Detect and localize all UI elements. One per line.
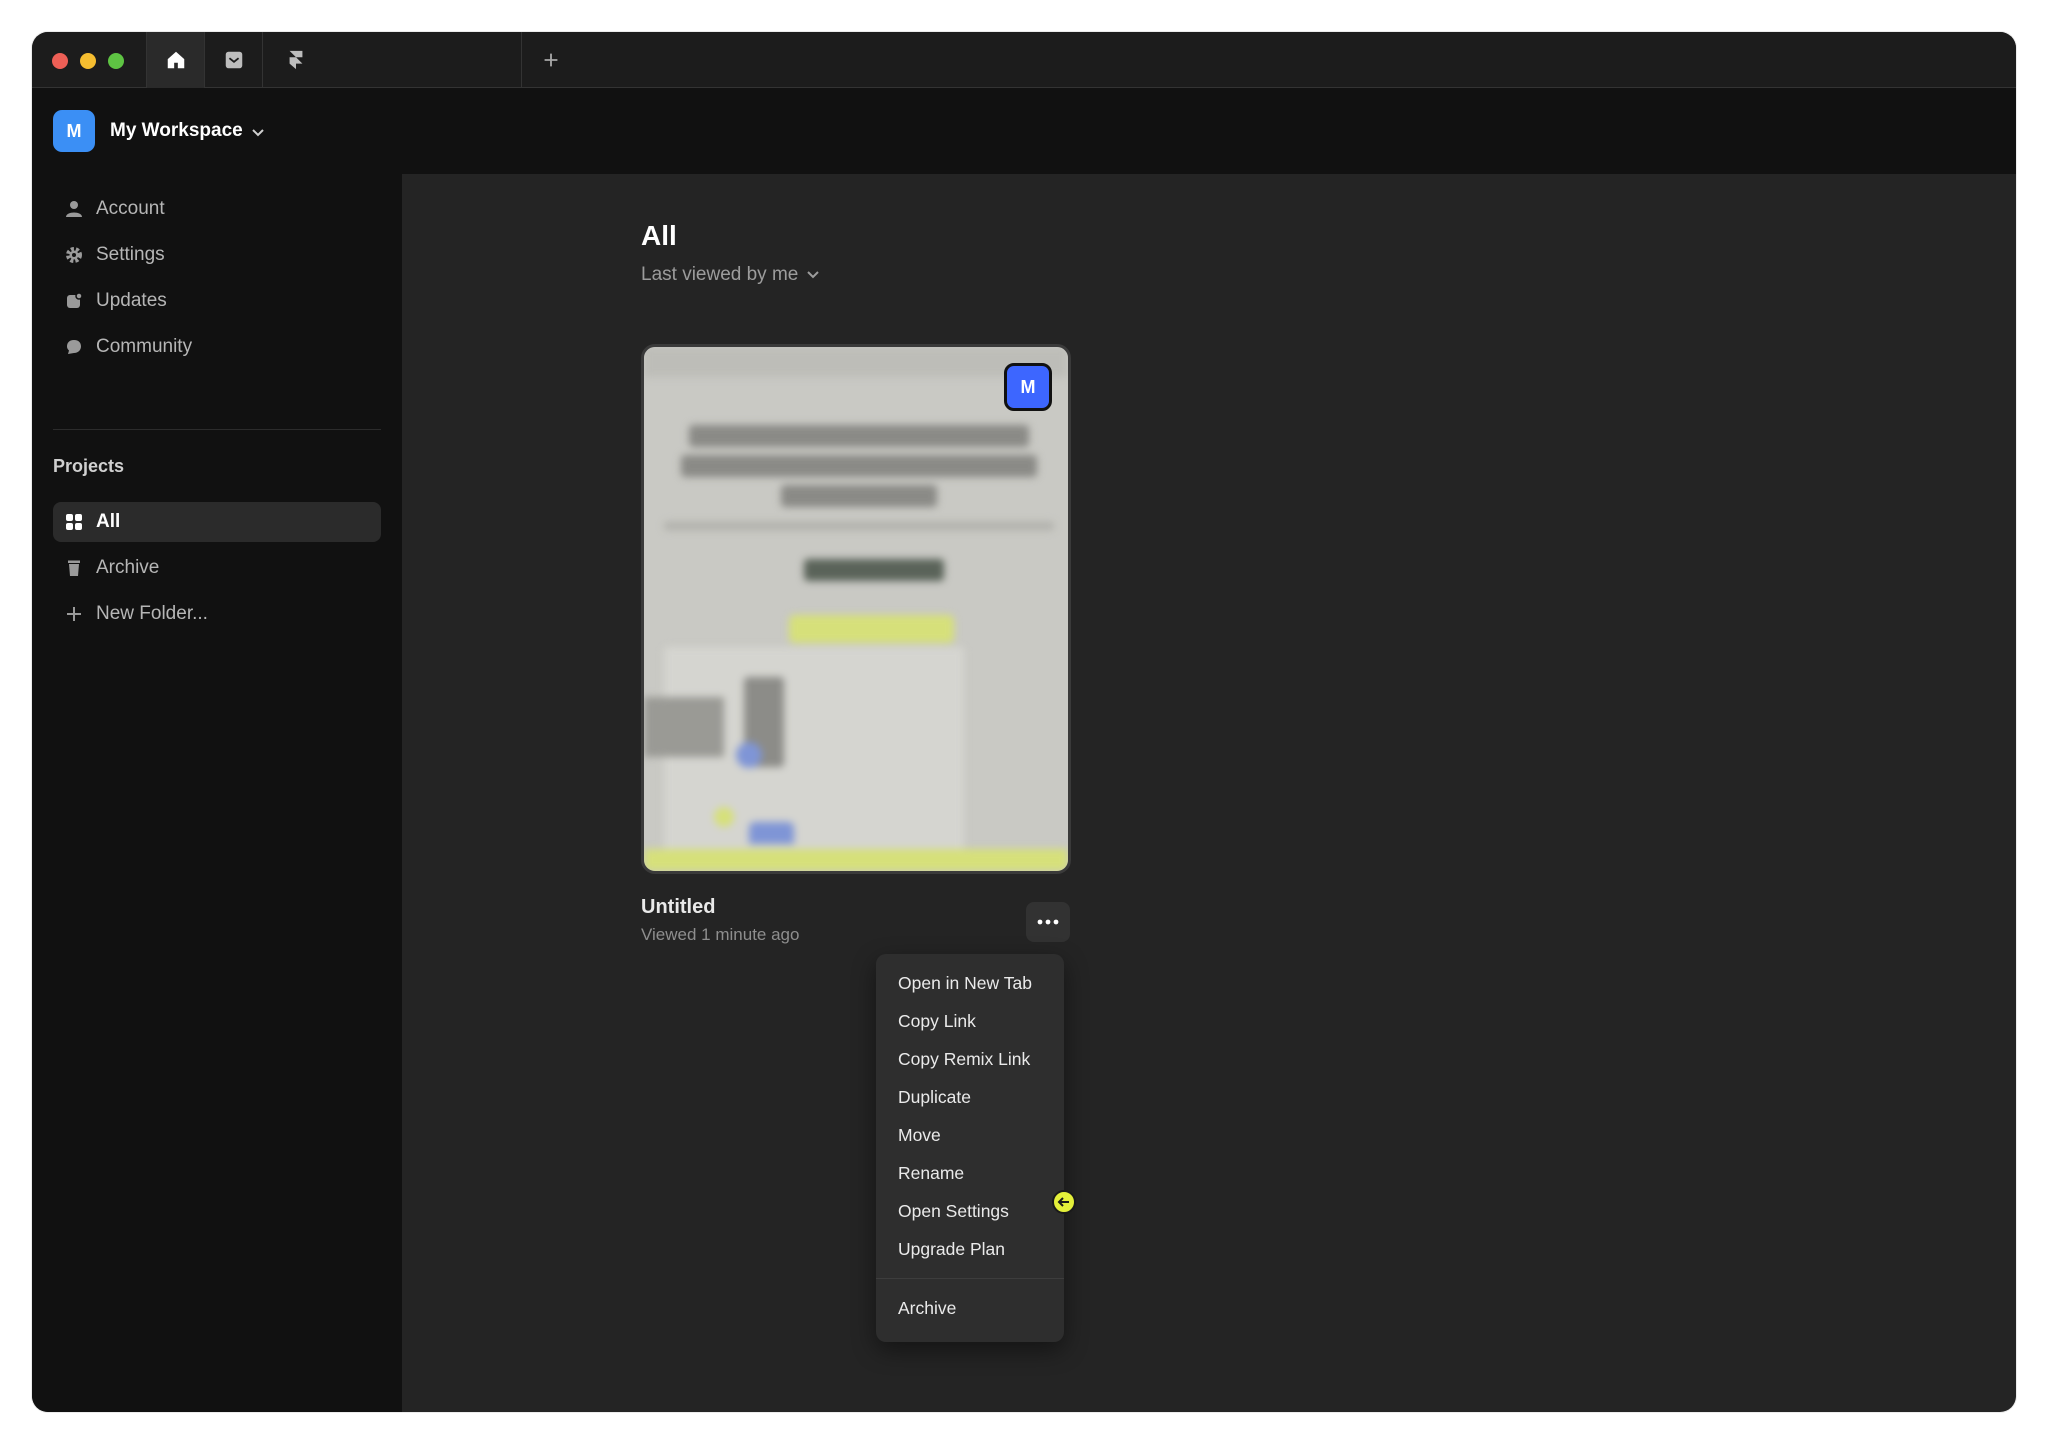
sidebar-item-account[interactable]: Account — [53, 189, 381, 229]
sidebar-item-label: All — [96, 511, 121, 532]
project-card-thumbnail[interactable]: M — [641, 344, 1071, 874]
collaborator-avatar: M — [1004, 363, 1052, 411]
menu-item-archive[interactable]: Archive — [876, 1289, 1064, 1327]
tab-framer-project[interactable] — [262, 32, 521, 88]
zoom-window-button[interactable] — [108, 53, 124, 69]
menu-item-upgrade-plan[interactable]: Upgrade Plan — [876, 1230, 1064, 1268]
chevron-down-icon[interactable] — [251, 128, 265, 138]
menu-item-duplicate[interactable]: Duplicate — [876, 1078, 1064, 1116]
sidebar-item-label: Settings — [96, 244, 165, 265]
more-options-button[interactable] — [1026, 902, 1070, 942]
pointer-cursor-icon — [1052, 1190, 1076, 1214]
project-preview-image — [644, 347, 1068, 871]
menu-item-copy-remix-link[interactable]: Copy Remix Link — [876, 1040, 1064, 1078]
menu-item-open-settings[interactable]: Open Settings — [876, 1192, 1064, 1230]
context-menu: Open in New Tab Copy Link Copy Remix Lin… — [876, 954, 1064, 1342]
sidebar-item-updates[interactable]: Updates — [53, 281, 381, 321]
framer-logo-icon — [289, 50, 303, 70]
sidebar-item-settings[interactable]: Settings — [53, 235, 381, 275]
sort-dropdown[interactable]: Last viewed by me — [641, 264, 820, 286]
plus-icon — [544, 53, 557, 67]
updates-icon — [64, 291, 84, 311]
workspace-avatar[interactable]: M — [53, 110, 95, 152]
sidebar-item-all[interactable]: All — [53, 502, 381, 542]
sidebar: Account Settings Updates Community Proje… — [32, 174, 402, 1412]
minimize-window-button[interactable] — [80, 53, 96, 69]
new-tab-button[interactable] — [521, 32, 579, 88]
close-window-button[interactable] — [52, 53, 68, 69]
project-title[interactable]: Untitled — [641, 896, 715, 919]
sidebar-item-label: Archive — [96, 557, 160, 578]
home-icon — [167, 51, 184, 69]
window-controls — [52, 53, 124, 69]
menu-item-move[interactable]: Move — [876, 1116, 1064, 1154]
sidebar-item-community[interactable]: Community — [53, 327, 381, 367]
chevron-down-icon — [807, 271, 820, 279]
workspace-header: M My Workspace — [32, 88, 2016, 174]
app-window: M My Workspace Account Settings Updates … — [32, 32, 2016, 1412]
sidebar-item-label: Account — [96, 198, 165, 219]
plus-icon — [64, 604, 84, 624]
sidebar-item-label: New Folder... — [96, 603, 208, 624]
ellipsis-icon — [1037, 919, 1059, 925]
menu-item-copy-link[interactable]: Copy Link — [876, 1002, 1064, 1040]
sidebar-item-new-folder[interactable]: New Folder... — [53, 594, 381, 634]
projects-section-title: Projects — [53, 456, 125, 476]
menu-divider — [876, 1278, 1064, 1279]
gear-icon — [64, 245, 84, 265]
grid-icon — [64, 512, 84, 532]
tab-inbox[interactable] — [204, 32, 262, 88]
menu-item-rename[interactable]: Rename — [876, 1154, 1064, 1192]
sort-label: Last viewed by me — [641, 264, 799, 285]
sidebar-item-label: Updates — [96, 290, 167, 311]
project-last-viewed: Viewed 1 minute ago — [641, 925, 800, 944]
tab-home[interactable] — [146, 32, 204, 88]
inbox-icon — [225, 51, 242, 69]
tab-bar — [32, 32, 2016, 88]
sidebar-item-label: Community — [96, 336, 193, 357]
sidebar-item-archive[interactable]: Archive — [53, 548, 381, 588]
person-icon — [64, 199, 84, 219]
chat-bubble-icon — [64, 337, 84, 357]
sidebar-divider — [53, 429, 381, 430]
workspace-name[interactable]: My Workspace — [110, 120, 243, 142]
menu-item-open-new-tab[interactable]: Open in New Tab — [876, 964, 1064, 1002]
trash-icon — [64, 558, 84, 578]
page-title: All — [641, 220, 677, 251]
